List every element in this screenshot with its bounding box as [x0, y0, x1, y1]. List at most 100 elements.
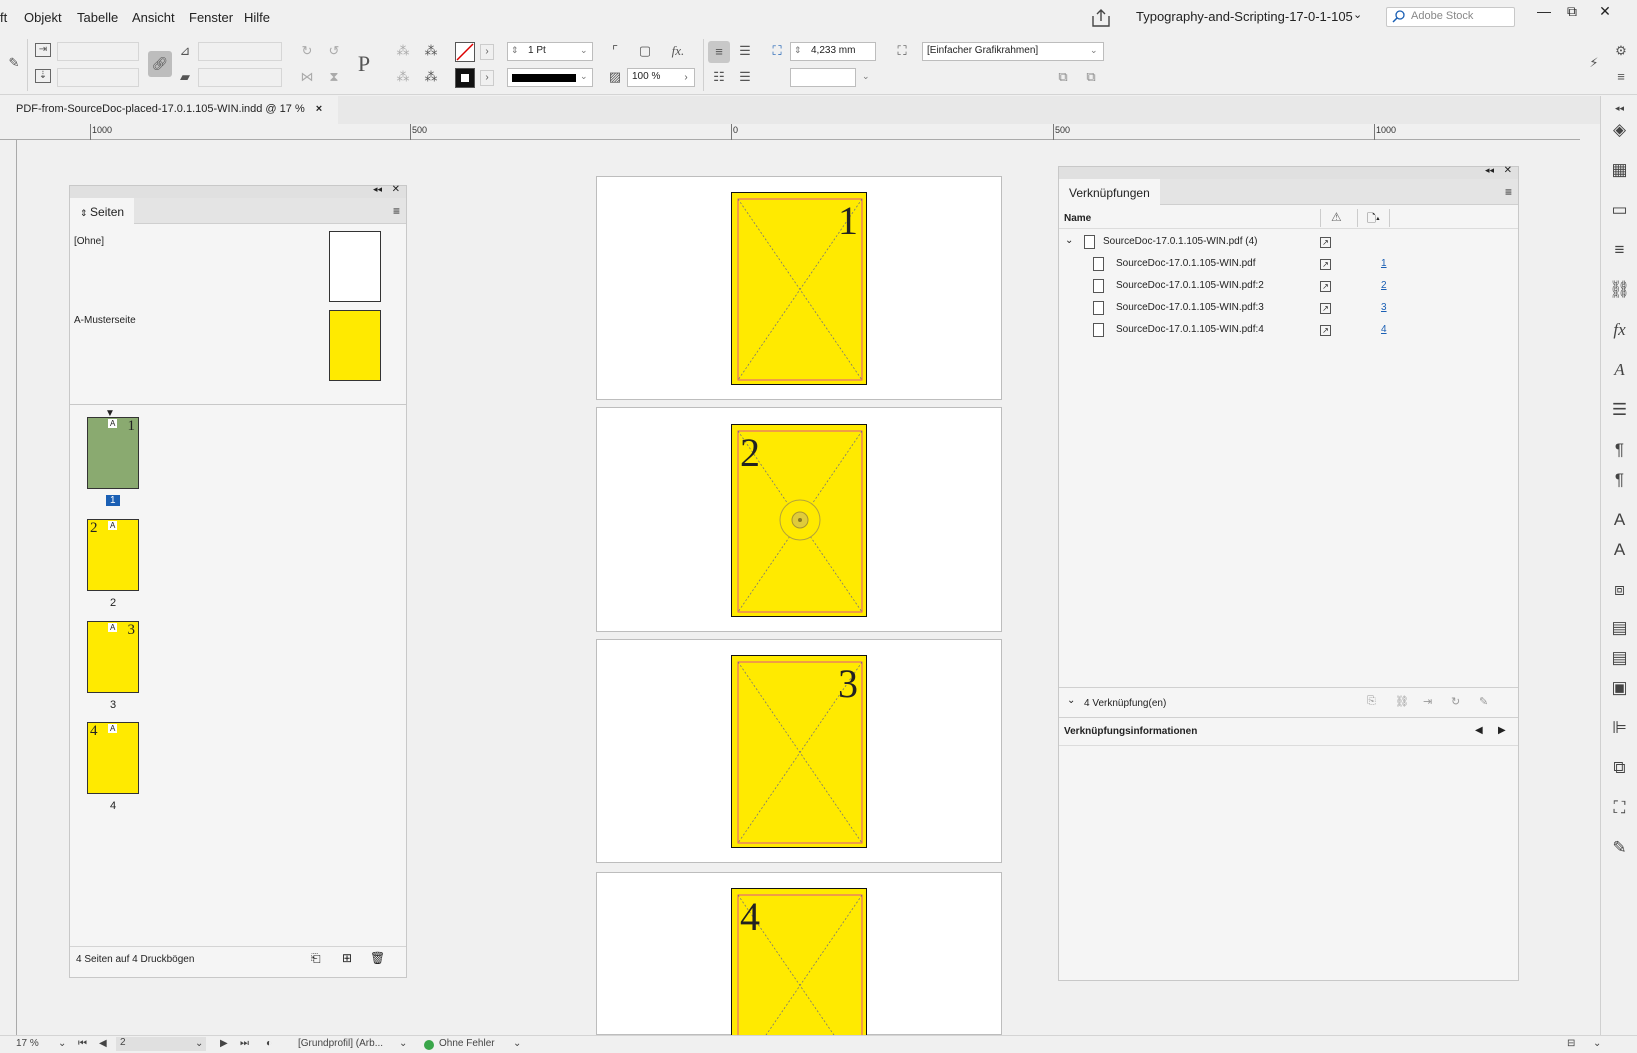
- panel-menu-icon[interactable]: ≡: [1505, 185, 1512, 199]
- flip-horizontal-icon[interactable]: ⋈: [299, 69, 315, 85]
- chevron-right-icon[interactable]: ›: [480, 44, 494, 60]
- restore-button[interactable]: ⧉: [1559, 2, 1585, 22]
- chevron-down-icon[interactable]: ⌄: [1593, 1038, 1601, 1049]
- horizontal-ruler[interactable]: 1000 500 0 500 1000: [0, 124, 1580, 140]
- vertical-ruler[interactable]: [0, 140, 17, 1035]
- placed-pdf-page-1[interactable]: 1: [731, 192, 867, 385]
- paragraph-styles-icon[interactable]: ¶: [1601, 470, 1637, 490]
- document-title[interactable]: Typography-and-Scripting-17-0-1-105: [1136, 9, 1353, 24]
- break-link-icon[interactable]: ⧉: [1082, 69, 1100, 85]
- stroke-icon[interactable]: ≡: [1601, 240, 1637, 260]
- layers-icon[interactable]: ◈: [1601, 120, 1637, 140]
- edit-page-size-icon[interactable]: ⎗: [311, 951, 321, 966]
- stepper-icon[interactable]: ⇕: [511, 45, 519, 56]
- rotate-cw-icon[interactable]: ↻: [299, 43, 315, 59]
- menu-item-ansicht[interactable]: Ansicht: [132, 10, 175, 25]
- close-window-button[interactable]: ✕: [1592, 2, 1618, 22]
- link-row[interactable]: SourceDoc-17.0.1.105-WIN.pdf:3 ↗ 3: [1059, 297, 1515, 319]
- go-to-link-icon[interactable]: ⇥: [1423, 695, 1432, 708]
- page-thumb-3[interactable]: A 3: [87, 621, 139, 693]
- text-frame-icon[interactable]: P: [352, 53, 376, 75]
- link-row[interactable]: SourceDoc-17.0.1.105-WIN.pdf:4 ↗ 4: [1059, 319, 1515, 341]
- pilcrow-icon[interactable]: ¶: [1601, 440, 1637, 460]
- menu-icon[interactable]: ≡: [1612, 69, 1630, 85]
- minimize-button[interactable]: —: [1531, 2, 1557, 22]
- split-window-icon[interactable]: ⊟: [1567, 1038, 1575, 1049]
- character-icon[interactable]: A: [1601, 510, 1637, 530]
- constrain-proportions-icon[interactable]: 🔗︎: [148, 51, 172, 77]
- chevron-down-icon[interactable]: ⌄: [1067, 695, 1075, 706]
- close-tab-icon[interactable]: ×: [316, 103, 322, 115]
- placed-pdf-page-4[interactable]: 4: [731, 888, 867, 1036]
- panel-header[interactable]: ◂◂ ✕: [1059, 165, 1518, 179]
- page-thumb-4[interactable]: A 4: [87, 722, 139, 794]
- more-options-icon[interactable]: ⚙︎: [1612, 43, 1630, 59]
- select-next-icon[interactable]: ⁂: [422, 43, 440, 59]
- select-content-icon[interactable]: ⁂: [396, 69, 410, 85]
- document-page-2[interactable]: 2: [596, 407, 1002, 632]
- effects-icon[interactable]: fx.: [667, 43, 689, 59]
- next-icon[interactable]: ▶: [1498, 725, 1506, 736]
- height-field[interactable]: [57, 68, 139, 87]
- pathfinder-icon[interactable]: ⧉: [1601, 758, 1637, 778]
- menu-item-tabelle[interactable]: Tabelle: [77, 10, 118, 25]
- selection-tool-icon[interactable]: ✎: [6, 55, 22, 71]
- gradient-icon[interactable]: ▭: [1601, 200, 1637, 220]
- stepper-icon[interactable]: ⇕: [794, 45, 802, 56]
- menu-item-hilfe[interactable]: Hilfe: [244, 10, 270, 25]
- transform-icon[interactable]: ⛶: [1601, 798, 1637, 818]
- parent-page-a-label[interactable]: A-Musterseite: [74, 315, 136, 326]
- panel-menu-icon[interactable]: ≡: [393, 204, 400, 218]
- page-thumb-2[interactable]: A 2: [87, 519, 139, 591]
- parent-page-a-thumb[interactable]: [329, 310, 381, 381]
- character-styles-icon[interactable]: A: [1601, 360, 1637, 380]
- menu-item-layout-partial[interactable]: ft: [0, 10, 7, 25]
- previous-page-icon[interactable]: ◀: [99, 1038, 107, 1049]
- document-page-4[interactable]: 4: [596, 872, 1002, 1036]
- next-page-icon[interactable]: ▶: [220, 1038, 228, 1049]
- zoom-field[interactable]: 17 %: [16, 1038, 39, 1049]
- parent-page-none-thumb[interactable]: [329, 231, 381, 302]
- width-field[interactable]: [57, 42, 139, 61]
- warning-icon[interactable]: ⚠︎: [1331, 210, 1342, 224]
- select-container-icon[interactable]: ⁂: [396, 43, 410, 59]
- chevron-right-icon[interactable]: ›: [680, 70, 692, 86]
- page-thumb-1[interactable]: A 1: [87, 417, 139, 489]
- corner-options-icon[interactable]: ⌜: [607, 43, 623, 59]
- preflight-status[interactable]: Ohne Fehler: [439, 1038, 495, 1049]
- update-link-icon[interactable]: ↻: [1451, 695, 1460, 708]
- effects-icon[interactable]: fx: [1601, 320, 1637, 340]
- object-style-select[interactable]: [Einfacher Grafikrahmen]: [922, 42, 1104, 61]
- open-document-icon[interactable]: ◐: [266, 1038, 272, 1049]
- align-bottom-icon[interactable]: ☷: [710, 69, 728, 85]
- chevron-down-icon[interactable]: ⌄: [195, 1038, 203, 1049]
- link-row[interactable]: SourceDoc-17.0.1.105-WIN.pdf:2 ↗ 2: [1059, 275, 1515, 297]
- stroke-swatch[interactable]: [455, 68, 475, 88]
- chevron-down-icon[interactable]: ⌄: [580, 71, 588, 82]
- collapse-panel-icon[interactable]: ◂◂: [1485, 165, 1494, 176]
- chevron-down-icon[interactable]: ⌄: [399, 1038, 407, 1049]
- paragraph-icon[interactable]: ☰: [1601, 400, 1637, 420]
- links-icon[interactable]: ⛓︎: [1601, 280, 1637, 300]
- chevron-down-icon[interactable]: ⌄: [1353, 8, 1362, 21]
- parent-page-none-label[interactable]: [Ohne]: [74, 236, 104, 247]
- link-page-number[interactable]: 1: [1381, 258, 1387, 269]
- document-tab[interactable]: PDF-from-SourceDoc-placed-17.0.1.105-WIN…: [0, 96, 339, 124]
- shear-field[interactable]: [198, 68, 282, 87]
- close-icon[interactable]: ✕: [1504, 165, 1512, 176]
- menu-item-fenster[interactable]: Fenster: [189, 10, 233, 25]
- lightning-icon[interactable]: ⚡︎: [1585, 55, 1603, 71]
- frame-fitting-icon[interactable]: ⛶: [893, 43, 911, 59]
- page-column-icon[interactable]: 🗋︎▴: [1367, 210, 1380, 229]
- last-page-icon[interactable]: ⏭: [240, 1038, 249, 1049]
- previous-icon[interactable]: ◀: [1475, 725, 1483, 736]
- placed-pdf-page-3[interactable]: 3: [731, 655, 867, 848]
- select-prev-icon[interactable]: ⁂: [422, 69, 440, 85]
- relink-cc-icon[interactable]: ⎘: [1367, 695, 1376, 708]
- justify-icon[interactable]: ☰: [736, 69, 754, 85]
- placed-pdf-page-2[interactable]: 2: [731, 424, 867, 617]
- chevron-down-icon[interactable]: ⌄: [513, 1038, 521, 1049]
- align-center-icon[interactable]: ☰: [736, 43, 754, 59]
- panel-header[interactable]: ◂◂ ✕: [70, 184, 406, 198]
- align-top-icon[interactable]: ≡: [708, 41, 730, 63]
